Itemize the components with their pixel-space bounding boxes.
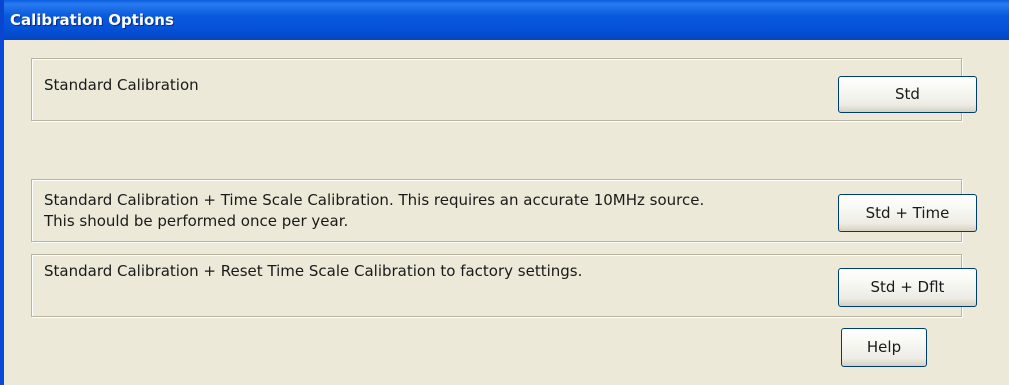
std-button[interactable]: Std [838, 76, 977, 113]
reset-time-scale-description: Standard Calibration + Reset Time Scale … [44, 262, 583, 280]
std-dflt-button[interactable]: Std + Dflt [838, 268, 977, 307]
time-scale-calibration-description-line1: Standard Calibration + Time Scale Calibr… [44, 191, 705, 209]
std-time-button[interactable]: Std + Time [838, 194, 977, 232]
time-scale-calibration-description-line2: This should be performed once per year. [44, 212, 349, 230]
title-bar[interactable]: Calibration Options [0, 0, 1009, 40]
window-title: Calibration Options [10, 11, 174, 29]
window-frame-left [0, 40, 4, 385]
help-button[interactable]: Help [841, 328, 927, 367]
calibration-options-dialog: Calibration Options Standard Calibration… [0, 0, 1009, 385]
standard-calibration-description: Standard Calibration [44, 76, 199, 94]
